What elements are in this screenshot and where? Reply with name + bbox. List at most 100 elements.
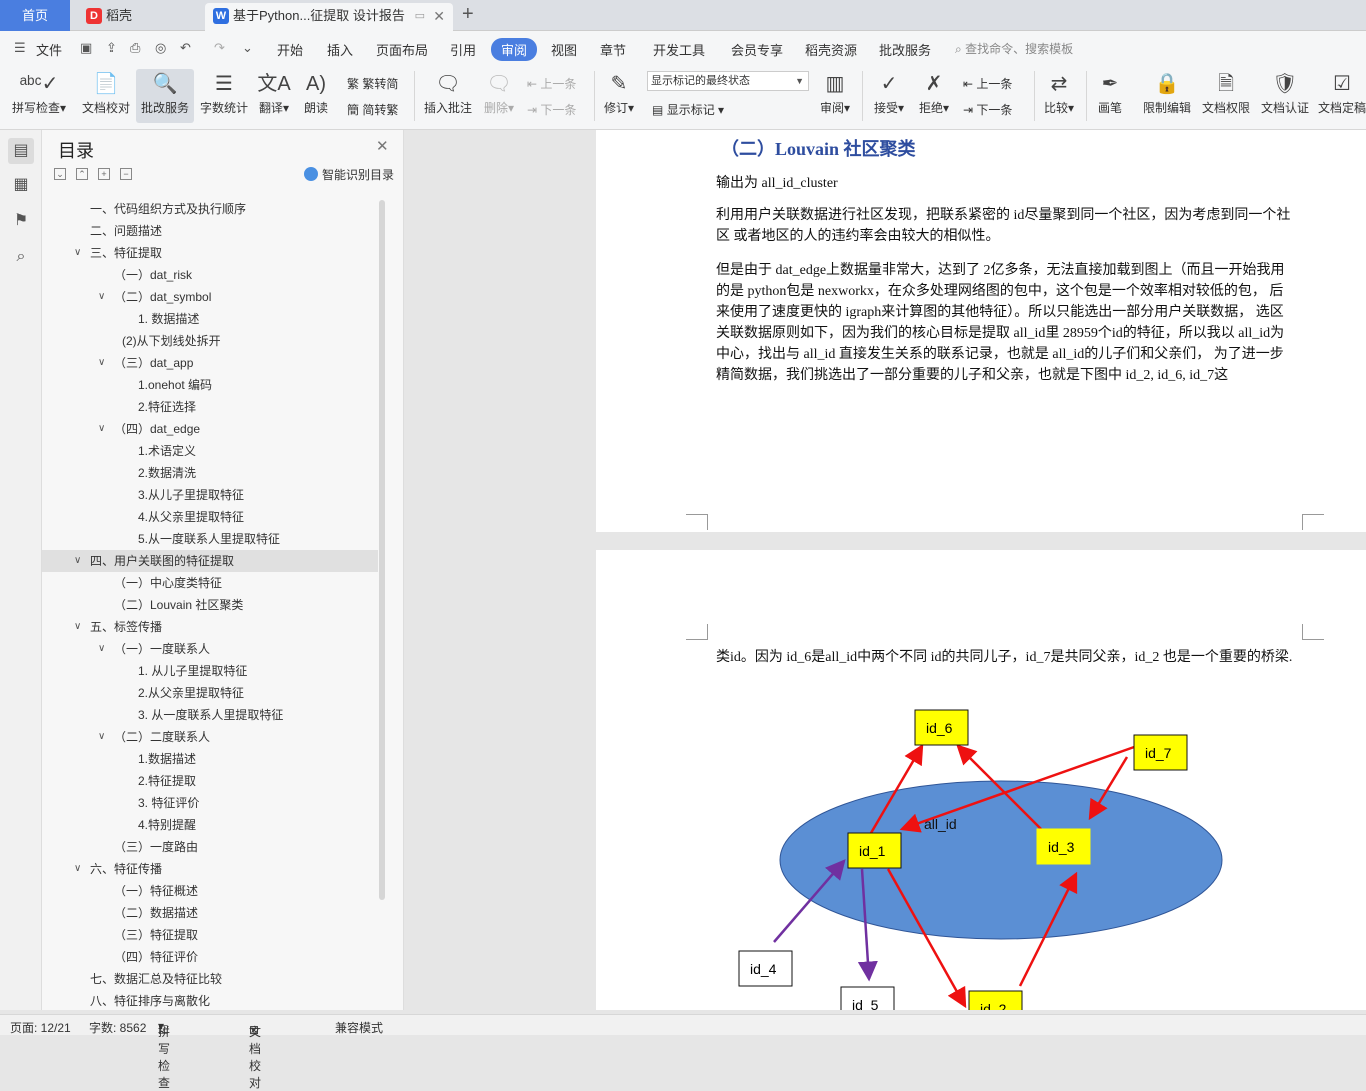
chevron-down-icon[interactable]: ∨ bbox=[74, 242, 81, 264]
toc-item[interactable]: 3. 特征评价 bbox=[42, 792, 378, 814]
save-icon[interactable]: ▣ bbox=[80, 40, 92, 56]
monitor-icon[interactable]: ▭ bbox=[415, 3, 425, 29]
hamburger-icon[interactable]: ☰ bbox=[14, 40, 26, 56]
toc-item[interactable]: ∨ （二）二度联系人 bbox=[42, 726, 378, 748]
chevron-down-icon[interactable]: ∨ bbox=[74, 858, 81, 880]
word-count-indicator[interactable]: 字数: 8562 bbox=[89, 1019, 146, 1036]
export-icon[interactable]: ⇪ bbox=[106, 40, 117, 56]
toc-panel-icon[interactable]: ▤ bbox=[8, 138, 34, 164]
translate-button[interactable]: 文A 翻译▾ bbox=[256, 69, 292, 123]
toc-item[interactable]: ∨ 四、用户关联图的特征提取 bbox=[42, 550, 378, 572]
toc-item[interactable]: 2.从父亲里提取特征 bbox=[42, 682, 378, 704]
tab-home[interactable]: 首页 bbox=[0, 0, 70, 31]
toc-item[interactable]: ∨ 三、特征提取 bbox=[42, 242, 378, 264]
toc-item[interactable]: ∨ （二）dat_symbol bbox=[42, 286, 378, 308]
delete-comment-button[interactable]: 🗨 删除▾ bbox=[480, 69, 518, 123]
chevron-down-icon[interactable]: ∨ bbox=[98, 638, 105, 660]
menu-start[interactable]: 开始 bbox=[277, 40, 303, 59]
chevron-down-icon[interactable]: ∨ bbox=[74, 550, 81, 572]
toc-item[interactable]: 一、代码组织方式及执行顺序 bbox=[42, 198, 378, 220]
toc-item[interactable]: 3. 从一度联系人里提取特征 bbox=[42, 704, 378, 726]
restrict-edit-button[interactable]: 🔒 限制编辑 bbox=[1141, 69, 1193, 123]
expand-all-icon[interactable]: ⌃ bbox=[76, 168, 88, 180]
toc-item[interactable]: 1. 数据描述 bbox=[42, 308, 378, 330]
spell-check-button[interactable]: ᵃᵇᶜ✓ 拼写检查▾ bbox=[8, 69, 70, 123]
toc-item[interactable]: （一）特征概述 bbox=[42, 880, 378, 902]
doc-certify-button[interactable]: 🛡 文档认证 bbox=[1259, 69, 1311, 123]
preview-icon[interactable]: ◎ bbox=[155, 40, 166, 56]
menu-file[interactable]: 文件 bbox=[36, 40, 62, 59]
menu-review[interactable]: 审阅 bbox=[491, 38, 538, 61]
toc-item[interactable]: （三）特征提取 bbox=[42, 924, 378, 946]
chapter-nav-icon[interactable]: ▦ bbox=[8, 172, 34, 198]
toc-item[interactable]: 5.从一度联系人里提取特征 bbox=[42, 528, 378, 550]
t2s-button[interactable]: 簡 简转繁 bbox=[347, 101, 398, 118]
new-tab-icon[interactable]: + bbox=[462, 3, 474, 26]
doc-permission-button[interactable]: 🗎 文档权限 bbox=[1200, 69, 1252, 123]
chevron-down-icon[interactable]: ∨ bbox=[98, 418, 105, 440]
next-change-button[interactable]: ⇥ 下一条 bbox=[963, 101, 1012, 118]
redo-icon[interactable]: ↷ bbox=[214, 40, 225, 56]
toc-item[interactable]: 1.onehot 编码 bbox=[42, 374, 378, 396]
read-aloud-button[interactable]: A) 朗读 bbox=[300, 69, 332, 123]
menu-insert[interactable]: 插入 bbox=[327, 40, 353, 59]
toc-item[interactable]: 七、数据汇总及特征比较 bbox=[42, 968, 378, 990]
toc-item[interactable]: 八、特征排序与离散化 bbox=[42, 990, 378, 1012]
close-tab-icon[interactable]: ✕ bbox=[433, 3, 445, 29]
pen-button[interactable]: ✒ 画笔 bbox=[1094, 69, 1126, 123]
menu-layout[interactable]: 页面布局 bbox=[376, 40, 428, 59]
menu-section[interactable]: 章节 bbox=[600, 40, 626, 59]
chevron-down-icon[interactable]: ∨ bbox=[98, 286, 105, 308]
tab-daoke[interactable]: D 稻壳 bbox=[78, 3, 198, 31]
track-changes-button[interactable]: ✎ 修订▾ bbox=[600, 69, 638, 123]
undo-icon[interactable]: ↶ bbox=[180, 40, 191, 56]
toc-item[interactable]: 1.数据描述 bbox=[42, 748, 378, 770]
print-icon[interactable]: ⎙ bbox=[130, 40, 140, 56]
s2t-button[interactable]: 繁 繁转简 bbox=[347, 75, 398, 92]
menu-correction[interactable]: 批改服务 bbox=[879, 40, 931, 59]
compare-button[interactable]: ⇄ 比较▾ bbox=[1040, 69, 1078, 123]
show-markup-button[interactable]: ▤ 显示标记 ▾ bbox=[652, 101, 724, 118]
bookmark-icon[interactable]: ⚑ bbox=[8, 208, 34, 234]
toc-item[interactable]: （一）中心度类特征 bbox=[42, 572, 378, 594]
toc-item[interactable]: ∨ （四）dat_edge bbox=[42, 418, 378, 440]
toc-item[interactable]: 4.特别提醒 bbox=[42, 814, 378, 836]
toc-item[interactable]: （三）一度路由 bbox=[42, 836, 378, 858]
toc-item[interactable]: ∨ （三）dat_app bbox=[42, 352, 378, 374]
markup-state-select[interactable]: 显示标记的最终状态 ▼ bbox=[647, 71, 809, 91]
word-count-button[interactable]: ☰ 字数统计 bbox=[198, 69, 250, 123]
toc-item[interactable]: (2)从下划线处拆开 bbox=[42, 330, 378, 352]
toc-item[interactable]: （二）数据描述 bbox=[42, 902, 378, 924]
toc-item[interactable]: 2.特征提取 bbox=[42, 770, 378, 792]
accept-button[interactable]: ✓ 接受▾ bbox=[870, 69, 908, 123]
toc-item[interactable]: 4.从父亲里提取特征 bbox=[42, 506, 378, 528]
toc-item[interactable]: ∨ 六、特征传播 bbox=[42, 858, 378, 880]
menu-view[interactable]: 视图 bbox=[551, 40, 577, 59]
smart-toc-button[interactable]: 智能识别目录 bbox=[304, 166, 394, 183]
menu-reference[interactable]: 引用 bbox=[450, 40, 476, 59]
prev-comment-button[interactable]: ⇤ 上一条 bbox=[527, 75, 576, 92]
remove-heading-icon[interactable]: − bbox=[120, 168, 132, 180]
toc-item[interactable]: 2.特征选择 bbox=[42, 396, 378, 418]
next-comment-button[interactable]: ⇥ 下一条 bbox=[527, 101, 576, 118]
tab-document[interactable]: W 基于Python...征提取 设计报告 ▭ ✕ bbox=[205, 3, 453, 31]
chevron-down-icon[interactable]: ∨ bbox=[74, 616, 81, 638]
prev-change-button[interactable]: ⇤ 上一条 bbox=[963, 75, 1012, 92]
collapse-all-icon[interactable]: ⌄ bbox=[54, 168, 66, 180]
status-spell-check[interactable]: ☑ 拼写检查 ▾ bbox=[158, 1019, 170, 1090]
toc-item[interactable]: （一）dat_risk bbox=[42, 264, 378, 286]
chevron-down-icon[interactable]: ∨ bbox=[98, 352, 105, 374]
toc-scrollbar[interactable] bbox=[379, 200, 385, 900]
toc-item[interactable]: ∨ 五、标签传播 bbox=[42, 616, 378, 638]
toc-item[interactable]: 二、问题描述 bbox=[42, 220, 378, 242]
menu-member[interactable]: 会员专享 bbox=[731, 40, 783, 59]
review-pane-button[interactable]: ▥ 审阅▾ bbox=[816, 69, 854, 123]
toc-item[interactable]: 2.数据清洗 bbox=[42, 462, 378, 484]
correction-service-button[interactable]: 🔍 批改服务 bbox=[136, 69, 194, 123]
toc-item[interactable]: ∨ （一）一度联系人 bbox=[42, 638, 378, 660]
toc-item[interactable]: （四）特征评价 bbox=[42, 946, 378, 968]
more-icon[interactable]: ⌄ bbox=[242, 40, 253, 56]
add-heading-icon[interactable]: + bbox=[98, 168, 110, 180]
close-icon[interactable]: ✕ bbox=[376, 137, 389, 155]
toc-item[interactable]: （二）Louvain 社区聚类 bbox=[42, 594, 378, 616]
